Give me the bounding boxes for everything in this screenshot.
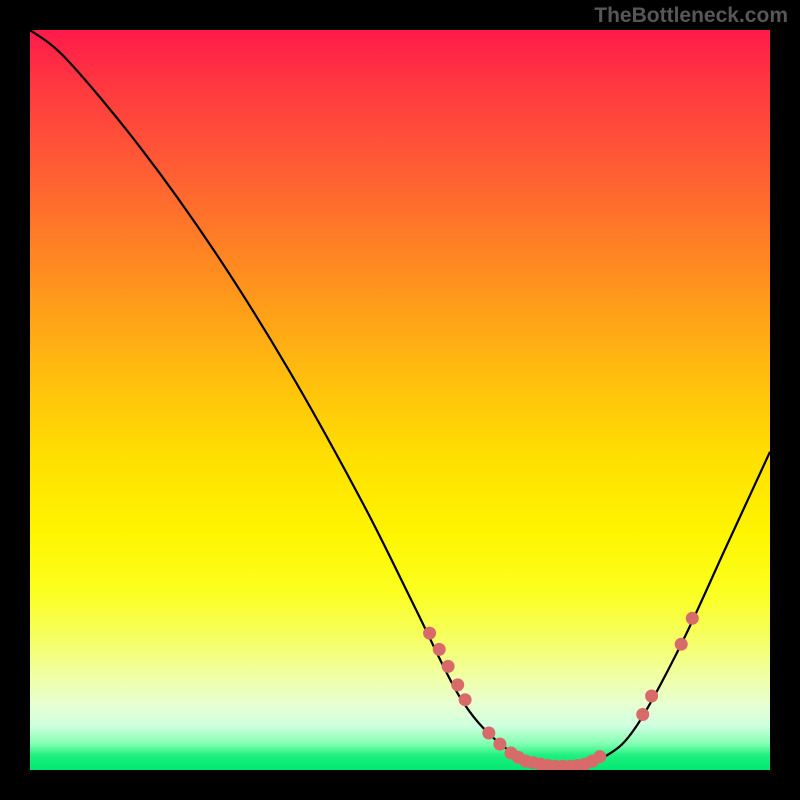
highlight-point bbox=[482, 727, 495, 740]
highlight-point bbox=[433, 643, 446, 656]
highlight-point bbox=[686, 612, 699, 625]
highlight-point bbox=[645, 690, 658, 703]
highlight-point bbox=[675, 638, 688, 651]
watermark-text: TheBottleneck.com bbox=[594, 4, 788, 28]
highlight-point bbox=[459, 693, 472, 706]
bottleneck-chart bbox=[30, 30, 770, 770]
highlight-point bbox=[636, 708, 649, 721]
highlight-point bbox=[593, 750, 606, 763]
highlight-point bbox=[423, 627, 436, 640]
highlight-point bbox=[442, 660, 455, 673]
curve-svg bbox=[30, 30, 770, 770]
highlight-point bbox=[493, 738, 506, 751]
bottleneck-curve-line bbox=[30, 30, 770, 767]
highlight-point bbox=[451, 678, 464, 691]
